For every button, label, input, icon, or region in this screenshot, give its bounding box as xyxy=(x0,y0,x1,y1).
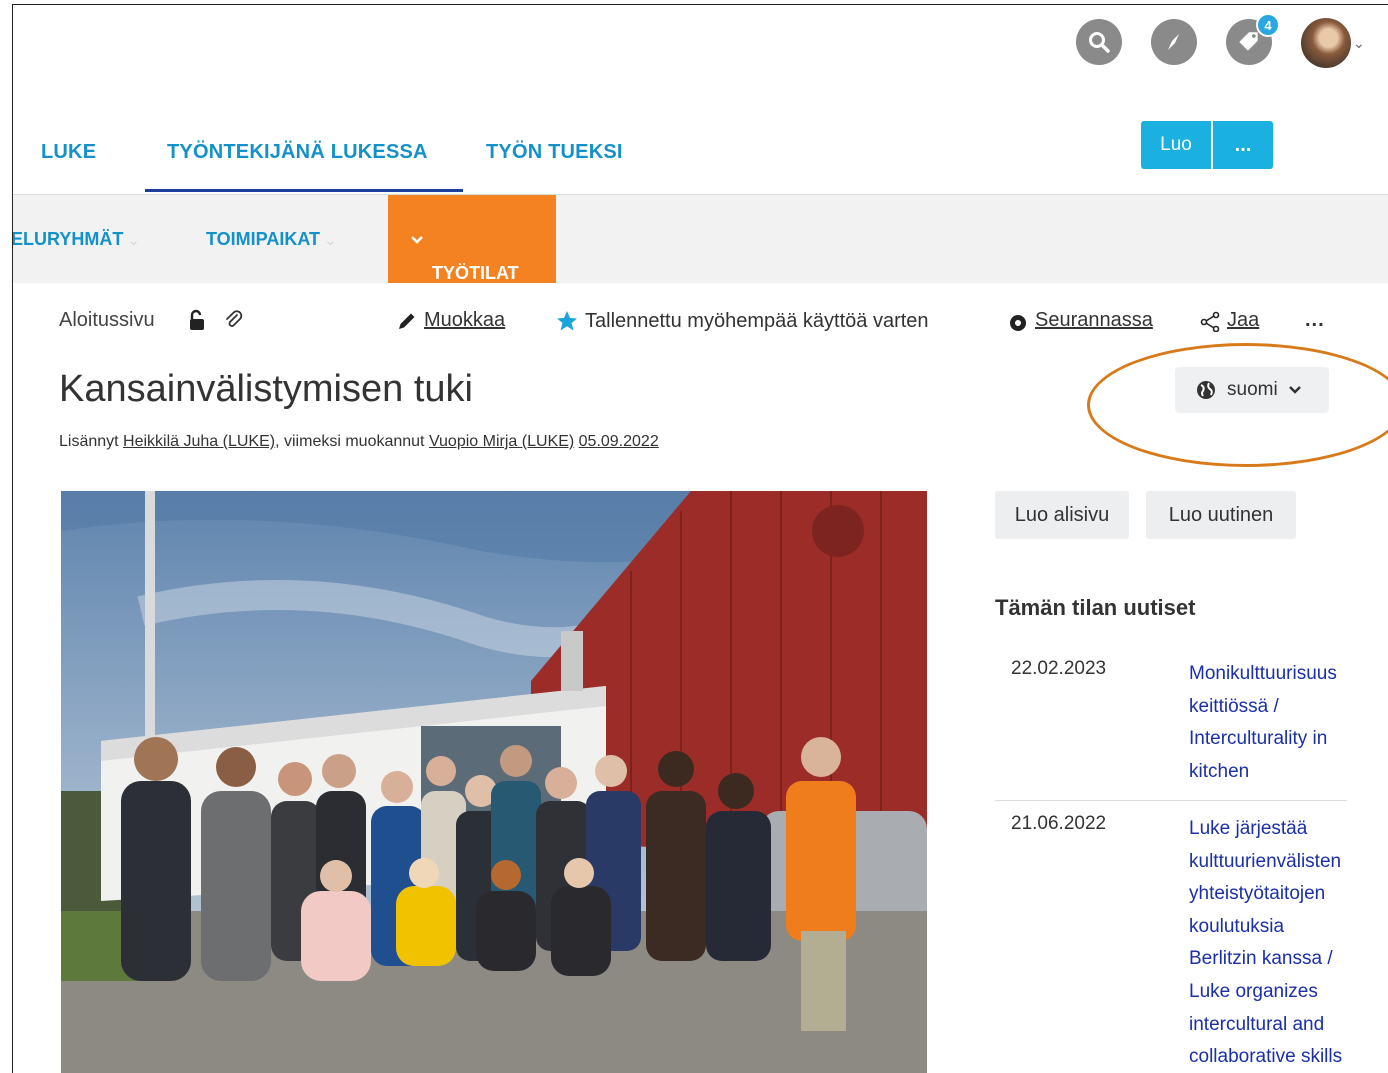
modified-date-link[interactable]: 05.09.2022 xyxy=(579,433,659,450)
tags-button[interactable]: 4 xyxy=(1226,13,1280,65)
saved-for-later-button[interactable]: Tallennettu myöhempää käyttöä varten xyxy=(555,309,929,333)
annotation-ellipse xyxy=(1087,343,1388,467)
page-title: Kansainvälistymisen tuki xyxy=(59,368,473,410)
create-button[interactable]: Luo xyxy=(1141,121,1211,169)
meta-middle: , viimeksi muokannut xyxy=(275,433,429,450)
author-link[interactable]: Heikkilä Juha (LUKE) xyxy=(123,433,275,450)
search-icon xyxy=(1089,32,1110,53)
nav-item-luke[interactable]: LUKE xyxy=(41,141,96,164)
news-date: 21.06.2022 xyxy=(1011,813,1107,834)
news-title-line: keittiössä / xyxy=(1189,695,1279,717)
news-item: 22.02.2023 Monikulttuurisuus keittiössä … xyxy=(995,658,1347,798)
news-title-line: intercultural and xyxy=(1189,1013,1325,1035)
chevron-down-icon xyxy=(411,236,423,244)
more-actions-button[interactable]: ... xyxy=(1305,309,1325,332)
more-label: ... xyxy=(1305,309,1325,331)
news-separator xyxy=(995,800,1347,801)
unlock-icon xyxy=(190,309,204,330)
page-frame: 4 ⌄ LUKE TYÖNTEKIJÄNÄ LUKESSA TYÖN TUEKS… xyxy=(12,4,1388,1073)
share-button[interactable]: Jaa xyxy=(1199,309,1259,332)
subnav-label: TOIMIPAIKAT xyxy=(206,229,320,249)
news-title-line: yhteistyötaitojen xyxy=(1189,883,1326,905)
edit-button[interactable]: Muokkaa xyxy=(396,309,505,332)
avatar[interactable] xyxy=(1301,18,1351,68)
news-title-link[interactable]: Monikulttuurisuus keittiössä / Intercult… xyxy=(1189,658,1347,788)
subnav-item-tyotilat[interactable]: TYÖTILAT xyxy=(388,195,556,283)
pencil-icon xyxy=(399,313,415,329)
breadcrumb-label: Aloitussivu xyxy=(59,309,155,331)
news-title-line: Monikulttuurisuus xyxy=(1189,663,1337,684)
attachments-button[interactable] xyxy=(223,309,243,331)
news-title-line: kulttuurienvälisten xyxy=(1189,850,1342,872)
create-subpage-button[interactable]: Luo alisivu xyxy=(995,491,1129,539)
breadcrumb[interactable]: Aloitussivu xyxy=(59,309,155,332)
active-tab-indicator xyxy=(145,189,463,192)
subnav-item-toimipaikat[interactable]: TOIMIPAIKAT ⌄ xyxy=(206,229,337,250)
unlock-button[interactable] xyxy=(187,309,207,331)
news-title-link[interactable]: Luke järjestää kulttuurienvälisten yhtei… xyxy=(1189,813,1347,1073)
subnav-label: TYÖTILAT xyxy=(432,263,519,283)
chevron-down-icon: ⌄ xyxy=(324,232,337,249)
chevron-down-icon[interactable]: ⌄ xyxy=(1353,35,1365,52)
page-toolbar: Aloitussivu Muokkaa Tallennettu myöhempä… xyxy=(13,309,1388,345)
news-title-line: Luke organizes xyxy=(1189,980,1318,1002)
create-news-button[interactable]: Luo uutinen xyxy=(1146,491,1296,539)
subnav-label: ELURYHMÄT xyxy=(12,229,124,249)
news-title-line: koulutuksia xyxy=(1189,915,1285,937)
meta-prefix: Lisännyt xyxy=(59,433,124,450)
eye-icon xyxy=(1010,314,1026,331)
editor-link[interactable]: Vuopio Mirja (LUKE) xyxy=(429,433,574,450)
news-title-line: collaborative skills xyxy=(1189,1046,1343,1068)
compass-icon xyxy=(1168,34,1179,50)
following-button[interactable]: Seurannassa xyxy=(1007,309,1153,332)
edit-label: Muokkaa xyxy=(424,309,506,331)
subnav-item-eluryhmat[interactable]: ELURYHMÄT ⌄ xyxy=(12,229,140,250)
search-button[interactable] xyxy=(1076,19,1122,65)
news-heading: Tämän tilan uutiset xyxy=(995,595,1196,620)
create-more-button[interactable]: ... xyxy=(1213,121,1273,169)
page-meta: Lisännyt Heikkilä Juha (LUKE), viimeksi … xyxy=(59,433,659,451)
news-title-line: Interculturality in xyxy=(1189,728,1328,750)
group-photo xyxy=(61,491,927,1073)
group-photo-illustration xyxy=(61,491,927,1073)
notification-badge: 4 xyxy=(1256,13,1280,37)
share-label: Jaa xyxy=(1227,309,1260,331)
explore-button[interactable] xyxy=(1151,19,1197,65)
news-title-line: Luke järjestää xyxy=(1189,818,1308,839)
paperclip-icon xyxy=(226,310,243,327)
news-date: 22.02.2023 xyxy=(1011,658,1107,679)
share-icon xyxy=(1200,311,1220,332)
nav-item-tyon-tueksi[interactable]: TYÖN TUEKSI xyxy=(486,141,623,164)
news-title-line: kitchen xyxy=(1189,760,1250,782)
news-title-line: Berlitzin kanssa / xyxy=(1189,948,1333,970)
nav-item-tyontekijana-lukessa[interactable]: TYÖNTEKIJÄNÄ LUKESSA xyxy=(167,141,428,164)
star-icon xyxy=(557,311,577,331)
sub-navigation: ELURYHMÄT ⌄ TOIMIPAIKAT ⌄ TYÖTILAT xyxy=(13,195,1388,283)
subnav-label-active: TYÖTILAT xyxy=(410,229,519,283)
chevron-down-icon: ⌄ xyxy=(127,232,140,249)
news-item: 21.06.2022 Luke järjestää kulttuurienväl… xyxy=(995,813,1347,1073)
saved-label: Tallennettu myöhempää käyttöä varten xyxy=(585,309,929,332)
following-label: Seurannassa xyxy=(1035,309,1153,331)
